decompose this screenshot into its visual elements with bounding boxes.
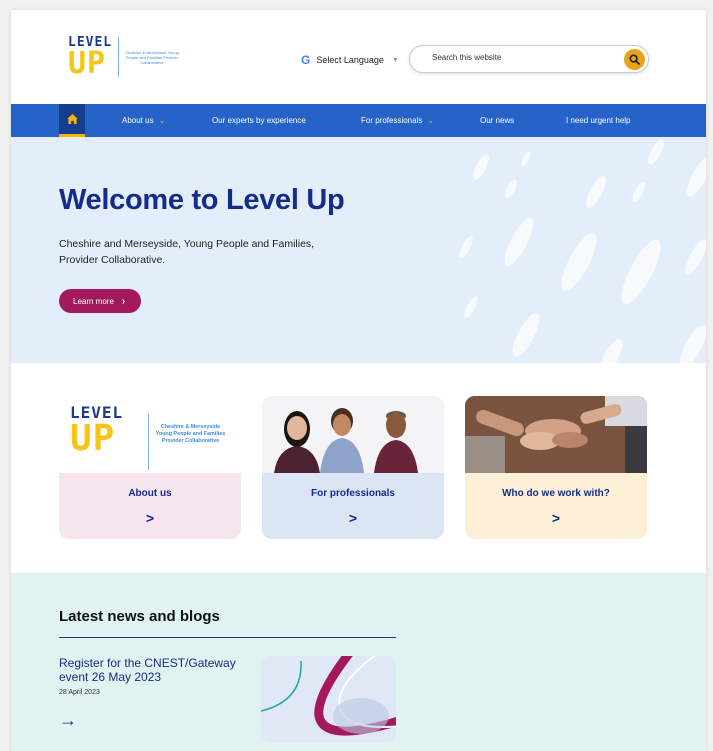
search-box xyxy=(409,45,649,73)
logo-word-up: UP xyxy=(68,46,107,81)
news-article-thumbnail[interactable] xyxy=(261,656,396,742)
hero-title: Welcome to Level Up xyxy=(59,184,345,216)
news-article-title[interactable]: Register for the CNEST/Gateway event 26 … xyxy=(59,656,244,684)
nav-home[interactable] xyxy=(59,104,85,137)
card-who-we-work-with[interactable]: Who do we work with? > xyxy=(465,396,647,539)
news-article-date: 28 April 2023 xyxy=(59,689,100,696)
card-body: For professionals > xyxy=(262,473,444,539)
arrow-right-icon[interactable]: → xyxy=(59,710,77,731)
search-input[interactable] xyxy=(432,53,602,62)
nav-item-professionals[interactable]: For professionals ⌄ xyxy=(361,104,434,137)
site-logo[interactable]: LEVEL UP Cheshire & Merseyside Young Peo… xyxy=(68,35,188,89)
logo-divider xyxy=(148,414,149,470)
news-thumbnail-graphic xyxy=(261,656,396,736)
chevron-right-icon: > xyxy=(551,510,561,526)
search-icon xyxy=(629,54,640,65)
chevron-down-icon: ⌄ xyxy=(427,116,435,125)
chevron-right-icon: › xyxy=(121,295,126,307)
main-nav: About us ⌄ Our experts by experience For … xyxy=(11,104,706,137)
dropdown-caret-icon: ▼ xyxy=(391,56,399,64)
card-photo-hands xyxy=(465,396,647,473)
learn-more-button[interactable]: Learn more › xyxy=(59,289,141,313)
nav-label: I need urgent help xyxy=(566,116,631,125)
news-heading: Latest news and blogs xyxy=(59,608,220,625)
card-body: About us > xyxy=(59,473,241,539)
card-title: Who do we work with? xyxy=(502,488,610,499)
nav-item-about-us[interactable]: About us ⌄ xyxy=(122,104,165,137)
logo-subtitle: Cheshire & Merseyside Young People and F… xyxy=(125,50,179,65)
hero-description: Cheshire and Merseyside, Young People an… xyxy=(59,238,315,266)
nav-label: For professionals xyxy=(361,116,423,125)
logo-word-up: UP xyxy=(70,418,116,459)
nav-item-urgent-help[interactable]: I need urgent help xyxy=(566,104,631,137)
home-icon xyxy=(66,114,78,124)
learn-more-label: Learn more xyxy=(73,296,114,306)
hero-decoration xyxy=(459,139,706,363)
logo-divider xyxy=(118,37,119,77)
card-about-us[interactable]: LEVEL UP Cheshire & Merseyside Young Peo… xyxy=(59,396,241,539)
chevron-down-icon: ⌄ xyxy=(158,116,166,125)
chevron-right-icon: > xyxy=(145,510,155,526)
nav-label: Our news xyxy=(480,116,515,125)
google-icon: G xyxy=(301,53,311,67)
hero-banner: Welcome to Level Up Cheshire and Merseys… xyxy=(11,137,706,363)
card-body: Who do we work with? > xyxy=(465,473,647,539)
professionals-photo xyxy=(274,408,418,473)
card-for-professionals[interactable]: For professionals > xyxy=(262,396,444,539)
hands-photo xyxy=(465,396,647,473)
chevron-right-icon: > xyxy=(348,510,358,526)
page: LEVEL UP Cheshire & Merseyside Young Peo… xyxy=(11,10,706,751)
news-divider xyxy=(59,637,396,638)
nav-label: Our experts by experience xyxy=(212,116,306,125)
news-section: Latest news and blogs Register for the C… xyxy=(11,573,706,751)
card-title: About us xyxy=(128,488,172,499)
language-label: Select Language xyxy=(316,55,384,65)
nav-item-news[interactable]: Our news xyxy=(480,104,514,137)
logo-subtitle: Cheshire & Merseyside Young People and F… xyxy=(155,424,226,444)
nav-item-experts[interactable]: Our experts by experience xyxy=(212,104,306,137)
card-title: For professionals xyxy=(311,488,395,499)
search-button[interactable] xyxy=(624,49,645,70)
card-logo-image: LEVEL UP Cheshire & Merseyside Young Peo… xyxy=(59,396,241,473)
language-selector[interactable]: G Select Language ▼ xyxy=(301,53,399,67)
nav-label: About us xyxy=(122,116,154,125)
card-photo-professionals xyxy=(262,396,444,473)
